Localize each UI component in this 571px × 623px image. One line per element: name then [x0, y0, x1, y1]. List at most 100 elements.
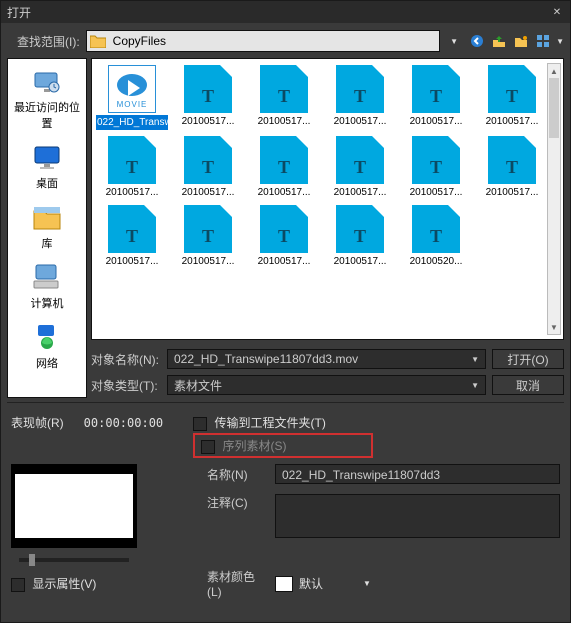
color-name: 默认	[299, 575, 323, 592]
file-icon: T	[336, 205, 384, 253]
transfer-label: 传输到工程文件夹(T)	[215, 416, 326, 430]
file-item[interactable]: T 20100517...	[248, 136, 320, 199]
sequence-checkbox[interactable]	[201, 440, 215, 454]
sidebar-item-computer[interactable]: 计算机	[10, 261, 84, 311]
folder-icon	[87, 31, 109, 51]
preview-slider[interactable]	[19, 558, 129, 562]
objectname-value: 022_HD_Transwipe11807dd3.mov	[174, 352, 358, 366]
scroll-thumb[interactable]	[549, 78, 559, 138]
file-item[interactable]: T 20100517...	[324, 205, 396, 268]
transfer-checkbox[interactable]	[193, 417, 207, 431]
file-name: 20100517...	[476, 115, 548, 128]
recent-icon	[31, 65, 63, 97]
scrollbar[interactable]: ▲ ▼	[547, 63, 561, 335]
back-icon[interactable]	[468, 32, 486, 50]
chevron-down-icon[interactable]: ▼	[556, 37, 564, 46]
file-name: 20100517...	[96, 255, 168, 268]
file-item[interactable]: T 20100517...	[476, 136, 548, 199]
cancel-button[interactable]: 取消	[492, 375, 564, 395]
comment-input[interactable]	[275, 494, 560, 538]
sidebar-item-network[interactable]: 网络	[10, 321, 84, 371]
file-item[interactable]: T20100517...	[400, 65, 472, 130]
file-name: 20100517...	[172, 115, 244, 128]
sidebar-item-recent[interactable]: 最近访问的位置	[10, 65, 84, 131]
file-icon: T	[260, 65, 308, 113]
file-name: 20100517...	[248, 115, 320, 128]
showattr-checkbox[interactable]	[11, 578, 25, 592]
file-item[interactable]: T 20100517...	[476, 65, 548, 130]
chevron-down-icon[interactable]: ▼	[471, 355, 479, 364]
chevron-down-icon[interactable]: ▼	[446, 37, 462, 46]
scroll-up-icon[interactable]: ▲	[548, 64, 560, 78]
color-swatch	[275, 576, 293, 592]
file-icon: T	[184, 205, 232, 253]
view-icon[interactable]	[534, 32, 552, 50]
file-item[interactable]: T 20100520...	[400, 205, 472, 268]
open-button[interactable]: 打开(O)	[492, 349, 564, 369]
new-folder-icon[interactable]	[512, 32, 530, 50]
file-item[interactable]: T20100517...	[172, 65, 244, 130]
computer-icon	[31, 261, 63, 293]
folder-name: CopyFiles	[109, 34, 439, 48]
sidebar-item-library[interactable]: 库	[10, 201, 84, 251]
file-icon: T	[336, 136, 384, 184]
sidebar-item-label: 最近访问的位置	[10, 99, 84, 131]
file-name: 20100517...	[324, 255, 396, 268]
file-name: 20100517...	[324, 115, 396, 128]
preview-image	[11, 464, 137, 548]
titlebar: 打开 ✕	[1, 1, 570, 23]
file-name: 022_HD_Transwipe11807dd3.mov	[96, 115, 168, 130]
file-item[interactable]: T20100517...	[248, 205, 320, 268]
file-name: 20100517...	[248, 186, 320, 199]
file-icon: T	[412, 205, 460, 253]
timecode: 00:00:00:00	[84, 416, 163, 430]
sidebar-item-label: 桌面	[10, 175, 84, 191]
file-item[interactable]: T20100517...	[172, 136, 244, 199]
file-name: 20100517...	[96, 186, 168, 199]
chevron-down-icon[interactable]: ▼	[363, 579, 371, 588]
scroll-down-icon[interactable]: ▼	[548, 320, 560, 334]
file-item[interactable]: T20100517...	[172, 205, 244, 268]
file-icon: T	[260, 205, 308, 253]
file-name: 20100517...	[400, 186, 472, 199]
file-name: 20100520...	[400, 255, 472, 268]
file-name: 20100517...	[400, 115, 472, 128]
file-item[interactable]: T 20100517...	[248, 65, 320, 130]
name-input[interactable]: 022_HD_Transwipe11807dd3	[275, 464, 560, 484]
sequence-highlight: 序列素材(S)	[193, 433, 373, 458]
objecttype-select[interactable]: 素材文件 ▼	[167, 375, 486, 395]
folder-combobox[interactable]: CopyFiles	[86, 30, 440, 52]
close-icon[interactable]: ✕	[550, 5, 564, 19]
preview-panel	[11, 464, 137, 562]
file-item[interactable]: T 20100517...	[400, 136, 472, 199]
up-icon[interactable]	[490, 32, 508, 50]
objecttype-value: 素材文件	[174, 377, 222, 394]
matcolor-label: 素材颜色(L)	[207, 568, 267, 599]
file-item[interactable]: T20100517...	[96, 205, 168, 268]
sidebar-item-label: 计算机	[10, 295, 84, 311]
file-icon: T	[260, 136, 308, 184]
file-item[interactable]: T20100517...	[324, 65, 396, 130]
file-item[interactable]: MOVIE 022_HD_Transwipe11807dd3.mov	[96, 65, 168, 130]
lookin-label: 查找范围(I):	[17, 33, 80, 50]
color-select[interactable]: 默认 ▼	[275, 575, 371, 592]
objectname-input[interactable]: 022_HD_Transwipe11807dd3.mov ▼	[167, 349, 486, 369]
reprframe-label: 表现帧(R)	[11, 414, 64, 431]
objectname-label: 对象名称(N):	[91, 351, 161, 368]
file-name: 20100517...	[476, 186, 548, 199]
file-list: MOVIE 022_HD_Transwipe11807dd3.mov T 201005…	[91, 58, 564, 340]
file-item[interactable]: T20100517...	[96, 136, 168, 199]
movie-icon: MOVIE	[108, 65, 156, 113]
sidebar-item-desktop[interactable]: 桌面	[10, 141, 84, 191]
comment-label: 注释(C)	[207, 494, 267, 511]
showattr-label: 显示属性(V)	[32, 577, 96, 591]
sidebar-item-label: 库	[10, 235, 84, 251]
chevron-down-icon[interactable]: ▼	[471, 381, 479, 390]
file-name: 20100517...	[324, 186, 396, 199]
file-item[interactable]: T 20100517...	[324, 136, 396, 199]
library-icon	[31, 201, 63, 233]
name-label: 名称(N)	[207, 466, 267, 483]
file-icon: T	[488, 65, 536, 113]
file-icon: T	[412, 136, 460, 184]
file-icon: T	[488, 136, 536, 184]
